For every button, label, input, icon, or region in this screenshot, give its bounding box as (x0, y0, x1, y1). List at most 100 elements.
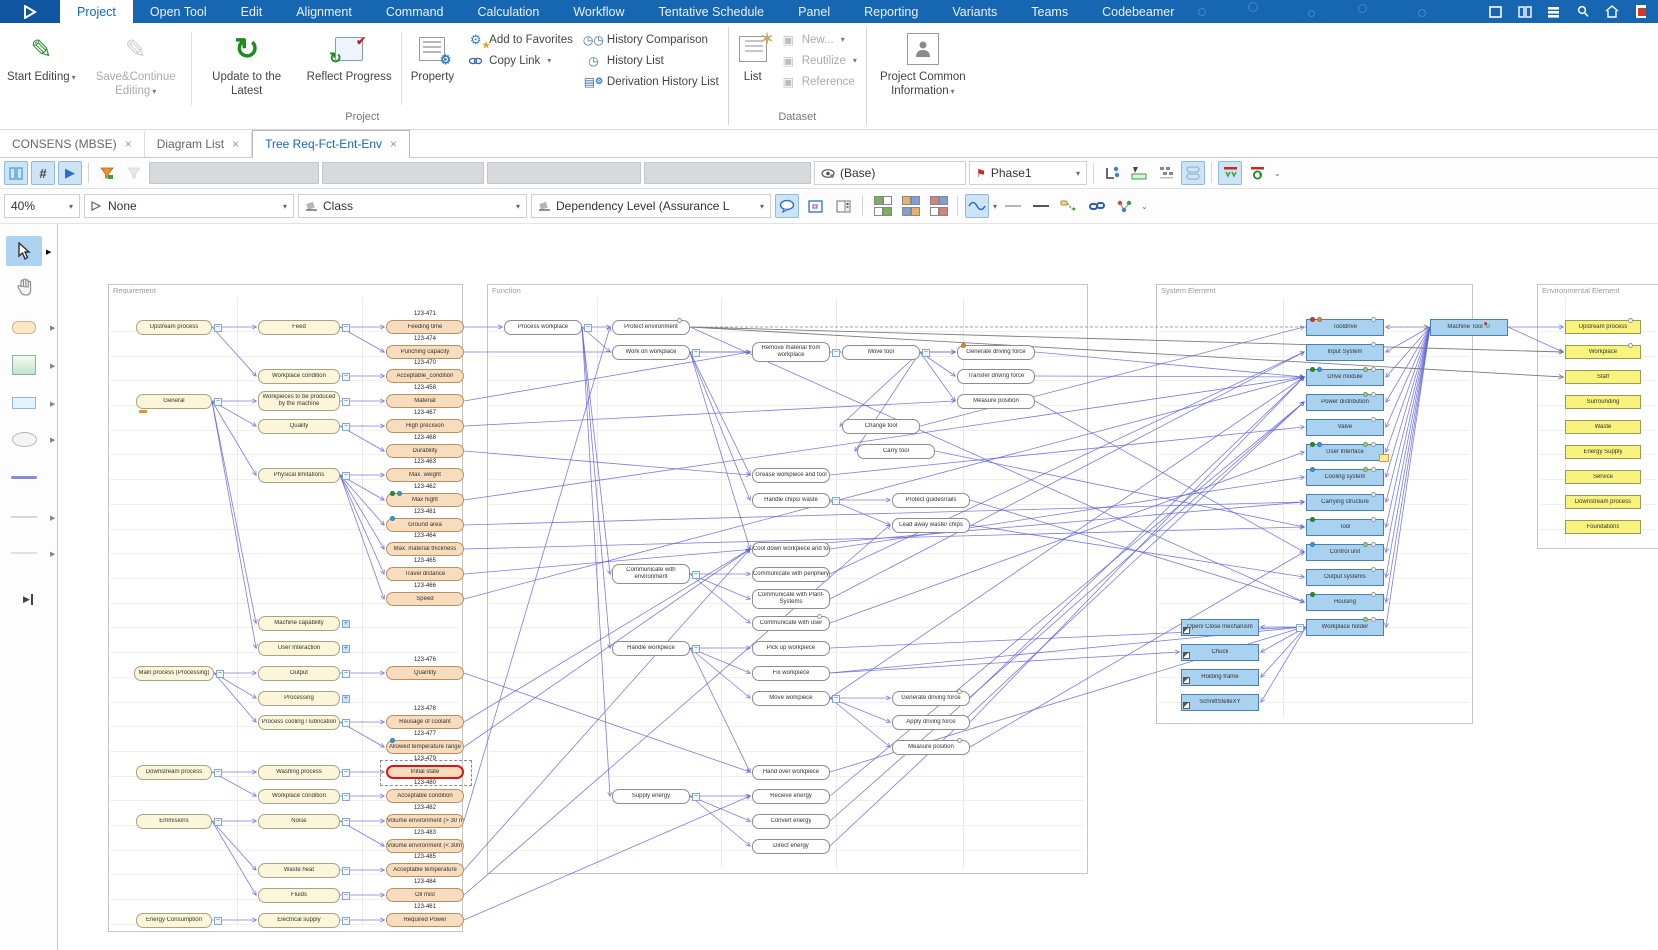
zoom-selector[interactable]: 40%▾ (4, 194, 80, 218)
node-wc2[interactable]: Workplace condition− (258, 789, 340, 804)
tab-close-icon[interactable]: × (125, 137, 132, 151)
collapse-icon[interactable]: − (342, 423, 350, 431)
node-tdr[interactable]: Tooldrive (1306, 319, 1384, 336)
collapse-icon[interactable]: − (216, 670, 224, 678)
node-ft[interactable]: Feeding time (386, 320, 464, 334)
node-emm[interactable]: Emmisions− (136, 814, 212, 829)
derivation-history-list-button[interactable]: ▤⚙ Derivation History List (585, 74, 719, 89)
node-cls[interactable]: Cooling system (1306, 469, 1384, 486)
node-pwp[interactable]: Process workplace− (504, 320, 582, 335)
line-style-dropdown-icon[interactable]: ▾ (993, 202, 997, 211)
node-wht[interactable]: Waste heat− (258, 863, 340, 878)
node-cyt[interactable]: Carry tool (857, 444, 935, 459)
related-nodes-icon[interactable] (1113, 194, 1137, 218)
node-ve2[interactable]: Volume environment (< 30m) (386, 839, 464, 853)
node-cnu[interactable]: Control unit (1306, 544, 1384, 561)
node-ist[interactable]: Initial state (386, 765, 464, 779)
node-mh[interactable]: Max hight (386, 493, 464, 507)
node-cen[interactable]: Convert energy (752, 814, 830, 829)
node-wpe[interactable]: Workplace (1565, 345, 1641, 359)
menu-item-edit[interactable]: Edit (224, 0, 280, 23)
node-cht[interactable]: Change tool (842, 419, 920, 434)
node-ac2[interactable]: Acceptable condition (386, 789, 464, 803)
menu-item-calculation[interactable]: Calculation (460, 0, 556, 23)
node-pev[interactable]: Protect environment (612, 320, 690, 335)
edge-partial-icon[interactable] (1633, 5, 1648, 18)
node-wc1[interactable]: Workplace condition− (258, 369, 340, 384)
node-wpp[interactable]: Workpieces to be produced by the machine… (258, 391, 340, 411)
environment-shape-tool[interactable]: ▶ (6, 424, 42, 454)
collapse-icon[interactable]: − (692, 793, 700, 801)
property-button[interactable]: ⚙ Property (404, 26, 461, 111)
home-icon[interactable] (1604, 5, 1619, 18)
node-hsg[interactable]: Housing (1306, 594, 1384, 611)
collapse-icon[interactable]: − (342, 793, 350, 801)
node-sxy[interactable]: SchnittStelleXY (1181, 694, 1259, 711)
node-mvw[interactable]: Move workpiece− (752, 691, 830, 706)
node-noi[interactable]: Noise− (258, 814, 340, 829)
tab-diagram-list[interactable]: Diagram List× (145, 131, 252, 157)
play-icon[interactable]: ▶ (58, 161, 82, 185)
pan-tool[interactable] (6, 272, 42, 302)
node-gen[interactable]: General− (136, 394, 212, 409)
arrow-tool[interactable]: ▶ (6, 502, 42, 532)
add-to-favorites-button[interactable]: ⚙★ Add to Favorites (467, 32, 573, 47)
grid-view-icon[interactable]: # (31, 161, 55, 185)
side-panel-icon[interactable] (831, 194, 855, 218)
node-hfr[interactable]: Holding frame (1181, 669, 1259, 686)
node-puw[interactable]: Pick up workpiece (752, 641, 830, 656)
system-element-shape-tool[interactable]: ▶ (6, 388, 42, 418)
node-mw[interactable]: Max. weight (386, 468, 464, 482)
collapse-icon[interactable]: − (692, 645, 700, 653)
collapse-icon[interactable]: − (214, 818, 222, 826)
node-prc[interactable]: Processing+ (258, 691, 340, 706)
node-uint[interactable]: User Interaction+ (258, 641, 340, 656)
color-mode-dependency-selector[interactable]: Dependency Level (Assurance L▾ (531, 194, 771, 218)
tree-style-2-icon[interactable] (898, 194, 922, 218)
node-uin[interactable]: User Interface (1306, 444, 1384, 461)
node-phys[interactable]: Physical limitations− (258, 468, 340, 483)
collapse-icon[interactable]: − (342, 892, 350, 900)
tree-style-1-icon[interactable] (870, 194, 894, 218)
dashed-connector-icon[interactable] (1057, 194, 1081, 218)
tab-consens-mbse[interactable]: CONSENS (MBSE)× (0, 131, 145, 157)
node-ac1[interactable]: Acceptable_condition (386, 369, 464, 383)
collapse-icon[interactable]: − (342, 818, 350, 826)
collapse-icon[interactable]: − (584, 324, 592, 332)
node-pc[interactable]: Punching capacity (386, 345, 464, 359)
collapse-icon[interactable]: − (342, 719, 350, 727)
phase-selector[interactable]: ⚑ Phase1▾ (969, 161, 1087, 185)
node-rpw[interactable]: Required Power (386, 913, 464, 927)
collapse-icon[interactable]: − (342, 398, 350, 406)
update-to-latest-button[interactable]: ↻ Update to the Latest (194, 26, 300, 111)
node-feed[interactable]: Feed− (258, 320, 340, 335)
collapse-icon[interactable]: − (342, 917, 350, 925)
collapse-icon[interactable]: − (832, 349, 840, 357)
node-els[interactable]: Electrical supply− (258, 913, 340, 928)
node-wph[interactable]: Workplace holder− (1306, 619, 1384, 636)
node-ve1[interactable]: Volume environment (> 30 m) (386, 814, 464, 828)
search-icon[interactable] (1575, 5, 1590, 18)
diagram-canvas[interactable]: RequirementFunctionSystem ElementEnviron… (58, 224, 1658, 950)
node-td[interactable]: Travel distance (386, 567, 464, 581)
line-thin-icon[interactable] (1001, 194, 1025, 218)
node-fnd[interactable]: Foundations (1565, 520, 1641, 534)
filter-field-2[interactable] (322, 162, 484, 184)
collapse-icon[interactable]: − (342, 472, 350, 480)
node-mmt[interactable]: Max. material thickness (386, 542, 464, 556)
node-mpr[interactable]: Main process (Processing)− (134, 666, 214, 681)
node-svc[interactable]: Service (1565, 470, 1641, 484)
node-gd2[interactable]: Generate driving force (892, 691, 970, 706)
node-dwp[interactable]: Downstream process− (136, 765, 212, 780)
color-mode-class-selector[interactable]: Class▾ (298, 194, 527, 218)
refresh-layout-icon[interactable] (1245, 161, 1269, 185)
collapse-icon[interactable]: − (692, 349, 700, 357)
node-adf[interactable]: Apply driving force (892, 715, 970, 730)
collapse-icon[interactable]: − (214, 398, 222, 406)
node-enc[interactable]: Energy Consumption− (136, 913, 212, 928)
menu-item-alignment[interactable]: Alignment (279, 0, 369, 23)
more-line-options-icon[interactable]: ⌄ (1141, 202, 1148, 211)
tab-close-icon[interactable]: × (232, 137, 239, 151)
menu-item-project[interactable]: Project (60, 0, 133, 23)
node-crs[interactable]: Carrying structure (1306, 494, 1384, 511)
